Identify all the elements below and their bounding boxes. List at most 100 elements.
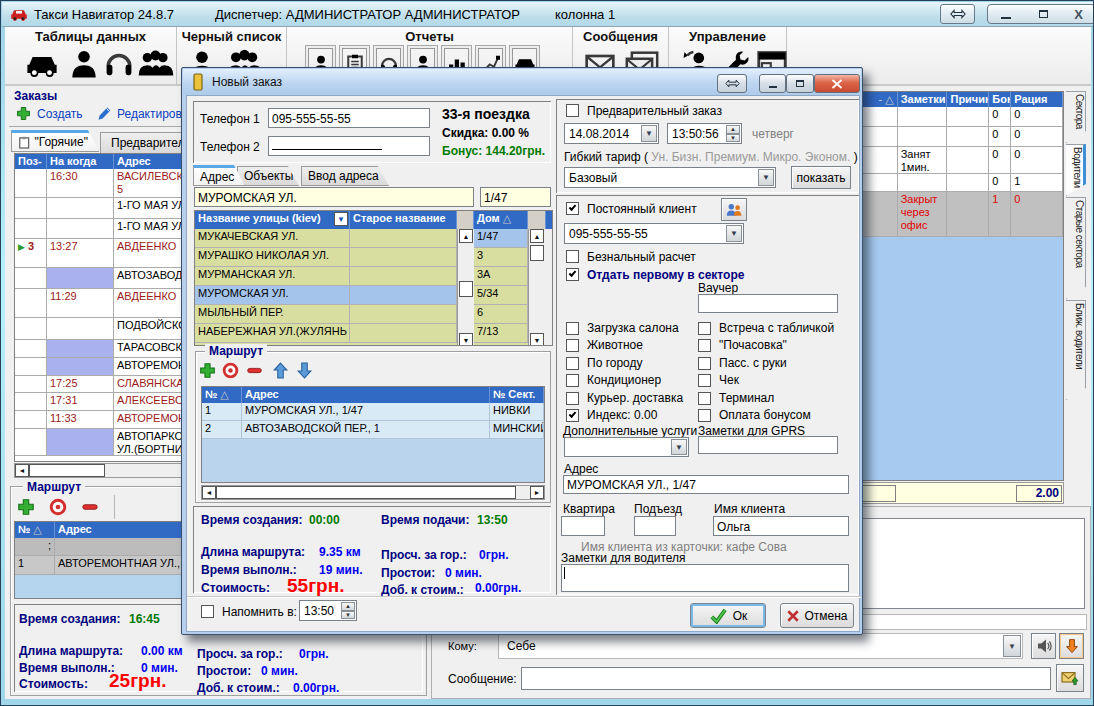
close-button[interactable]: X xyxy=(1063,4,1094,24)
client-phone-combo[interactable]: 095-555-55-55 ▼ xyxy=(564,223,744,244)
tab-address-entry[interactable]: Ввод адреса xyxy=(301,166,389,186)
street-row[interactable]: МЫЛЬНЫЙ ПЕР. 6 xyxy=(195,305,552,324)
dialog-route-row[interactable]: 2 АВТОЗАВОДСКОЙ ПЕР., 1 МИНСКИЙ xyxy=(202,421,544,439)
street-filter-arrow[interactable]: ▼ xyxy=(334,212,348,226)
route-main-col-num[interactable]: № xyxy=(18,523,30,535)
tariff-combo-arrow[interactable]: ▼ xyxy=(758,169,774,186)
time-down[interactable]: ▼ xyxy=(726,134,740,143)
tab-near-drivers[interactable]: Ближ. водители xyxy=(1066,300,1086,400)
dialog-route-row[interactable]: 1 МУРОМСКАЯ УЛ., 1/47 НИВКИ xyxy=(202,403,544,421)
street-col-name[interactable]: Название улицы (kiev) xyxy=(198,212,321,224)
orders-col-pos[interactable]: Поз- xyxy=(15,154,47,169)
create-order-button[interactable]: Создать xyxy=(37,107,83,121)
driver-row[interactable]: 0 0 xyxy=(832,107,1063,127)
option-row[interactable]: Чек xyxy=(698,373,848,390)
gprs-input[interactable] xyxy=(698,436,838,454)
option-row[interactable]: Животное xyxy=(566,338,696,355)
client-card-button[interactable] xyxy=(721,198,747,221)
time-up[interactable]: ▲ xyxy=(726,125,740,134)
orders-col-when[interactable]: На когда xyxy=(47,154,114,169)
street-row[interactable]: НАБЕРЕЖНАЯ УЛ.(ЖУЛЯНЬ 7/13 xyxy=(195,324,552,343)
flat-input[interactable] xyxy=(561,516,605,536)
street-row[interactable]: МУРМАНСКАЯ УЛ. 3А xyxy=(195,267,552,286)
dialog-route-hscrollbar[interactable]: ◄ ► xyxy=(201,485,545,500)
dialog-route-remove-icon[interactable] xyxy=(246,362,263,379)
orders-scroll-thumb[interactable] xyxy=(29,464,105,477)
option-row[interactable]: "Почасовка" xyxy=(698,338,848,355)
street-table[interactable]: Название улицы (kiev) ▼ Старое название … xyxy=(194,210,553,346)
ok-button[interactable]: Ок xyxy=(690,603,766,628)
option-row[interactable]: Индекс: 0.00 xyxy=(566,408,696,425)
dialog-route-col-sect[interactable]: № Сект. xyxy=(490,387,544,403)
minimize-button[interactable] xyxy=(987,4,1025,24)
services-combo-arrow[interactable]: ▼ xyxy=(671,439,687,455)
option-row[interactable]: Оплата бонусом xyxy=(698,408,848,425)
driver-notes-textarea[interactable] xyxy=(561,564,849,592)
send-message-button[interactable] xyxy=(1056,664,1084,692)
dialog-route-add-icon[interactable] xyxy=(199,362,216,379)
street-col-old[interactable]: Старое название xyxy=(350,211,457,229)
house-input[interactable]: 1/47 xyxy=(480,187,551,207)
option-row[interactable]: По городу xyxy=(566,356,696,373)
drivers-table[interactable]: - △ Заметки Причин Бон Рация 0 0 0 0 xyxy=(831,91,1064,481)
tariff-combo[interactable]: Базовый ▼ xyxy=(564,167,776,188)
drivers-col-bonus[interactable]: Бон xyxy=(989,92,1011,107)
cashless-checkbox[interactable] xyxy=(566,250,579,263)
option-row[interactable]: Кондиционер xyxy=(566,373,696,390)
dialog-route-col-addr[interactable]: Адрес xyxy=(242,387,490,403)
date-combo[interactable]: 14.08.2014 ▼ xyxy=(564,123,659,144)
street-vscrollbar[interactable]: ▲ ▼ xyxy=(457,229,474,346)
option-row[interactable]: Пасс. с руки xyxy=(698,356,848,373)
option-row[interactable]: Встреча с табличкой xyxy=(698,321,848,338)
dialog-route-down-icon[interactable] xyxy=(296,362,313,379)
dialog-maximize-button[interactable] xyxy=(786,74,814,93)
house-vscrollbar[interactable]: ▲ ▼ xyxy=(528,229,553,346)
message-input[interactable] xyxy=(521,667,1051,690)
headset-icon[interactable] xyxy=(103,48,135,79)
remind-time-spinner[interactable]: 13:50 ▲▼ xyxy=(299,600,357,621)
show-tariff-button[interactable]: показать xyxy=(791,166,851,189)
dialog-close-button[interactable] xyxy=(814,74,860,93)
drivers-col-pos[interactable]: - △ xyxy=(879,93,894,105)
services-combo[interactable]: ▼ xyxy=(564,437,689,457)
dialog-minimize-button[interactable] xyxy=(759,74,786,93)
street-row[interactable]: МУКАЧЕВСКАЯ УЛ. 1/47 xyxy=(195,229,552,248)
client-name-input[interactable]: Ольга xyxy=(713,516,849,536)
street-col-house[interactable]: Дом xyxy=(477,212,500,224)
remind-up[interactable]: ▲ xyxy=(341,602,355,611)
dialog-swap-button[interactable] xyxy=(717,74,747,93)
group-icon[interactable] xyxy=(137,48,175,79)
to-combo-arrow[interactable]: ▼ xyxy=(1003,635,1021,657)
cancel-button[interactable]: Отмена xyxy=(780,603,854,628)
dialog-route-col-num[interactable]: № xyxy=(205,388,217,400)
drivers-col-notes[interactable]: Заметки xyxy=(898,92,948,107)
driver-row[interactable]: Занят 1мин. 0 0 xyxy=(832,147,1063,174)
download-button[interactable] xyxy=(1059,633,1084,659)
remind-down[interactable]: ▼ xyxy=(341,611,355,620)
client-phone-arrow[interactable]: ▼ xyxy=(726,225,742,242)
dlg-addr-input[interactable]: МУРОМСКАЯ УЛ., 1/47 xyxy=(563,475,849,494)
speaker-button[interactable] xyxy=(1031,633,1056,659)
dialog-route-up-icon[interactable] xyxy=(272,362,289,379)
street-input[interactable]: МУРОМСКАЯ УЛ. xyxy=(194,187,474,207)
phone2-input[interactable] xyxy=(268,136,430,156)
driver-row[interactable]: Закрыт через офис 1 0 xyxy=(832,192,1063,237)
car-icon[interactable] xyxy=(23,49,61,79)
maximize-button[interactable] xyxy=(1024,4,1064,24)
phone1-input[interactable]: 095-555-55-55 xyxy=(268,108,430,128)
orders-scroll-left[interactable]: ◄ xyxy=(15,464,29,477)
person-icon[interactable] xyxy=(69,48,99,79)
route-add-icon[interactable] xyxy=(17,498,35,516)
to-combo[interactable]: Себе ▼ xyxy=(498,633,1023,659)
drivers-col-reason[interactable]: Причин xyxy=(947,92,989,107)
route-target-icon[interactable] xyxy=(49,498,67,516)
option-row[interactable]: Загрузка салона xyxy=(566,321,696,338)
tab-objects[interactable]: Объекты xyxy=(237,166,299,186)
remind-checkbox[interactable] xyxy=(201,605,214,618)
street-row[interactable]: МУРОМСКАЯ УЛ. 5/34 xyxy=(195,286,552,305)
dialog-route-table[interactable]: № △ Адрес № Сект. 1 МУРОМСКАЯ УЛ., 1/47 … xyxy=(201,386,545,483)
prelim-checkbox[interactable] xyxy=(566,104,579,117)
tab-old-sectors[interactable]: Старые сектора xyxy=(1066,197,1086,299)
swap-window-button[interactable] xyxy=(940,4,975,24)
first-in-sector-checkbox[interactable] xyxy=(566,268,579,281)
